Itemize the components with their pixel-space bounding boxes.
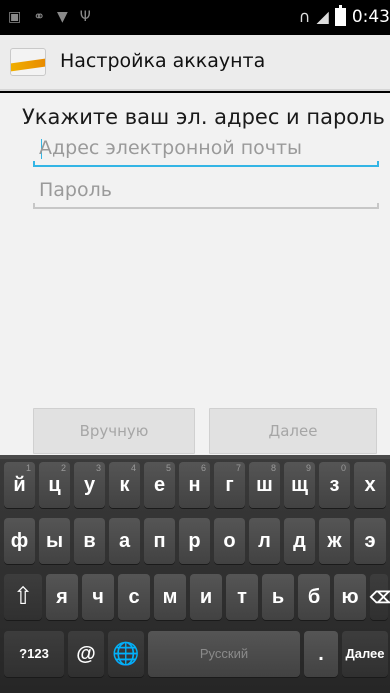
period-key[interactable]: . bbox=[304, 631, 338, 677]
key-row3-2[interactable]: ч bbox=[82, 574, 114, 620]
email-underline bbox=[33, 165, 379, 167]
at-key[interactable]: @ bbox=[68, 631, 104, 677]
key-4[interactable]: 4к bbox=[109, 462, 140, 508]
form-heading: Укажите ваш эл. адрес и пароль bbox=[22, 105, 385, 129]
key-row3-7[interactable]: ь bbox=[262, 574, 294, 620]
key-7[interactable]: 7г bbox=[214, 462, 245, 508]
status-right-icons: ∩ ◢ 0:43 bbox=[298, 5, 390, 28]
key-row2-10[interactable]: ж bbox=[319, 518, 350, 564]
headset-icon: ∩ bbox=[298, 7, 311, 26]
key-row2-1[interactable]: ф bbox=[4, 518, 35, 564]
email-field[interactable]: Адрес электронной почты bbox=[33, 131, 379, 167]
action-bar-title: Настройка аккаунта bbox=[60, 50, 266, 72]
backspace-key[interactable]: ⌫ bbox=[370, 574, 390, 620]
key-10[interactable]: 0з bbox=[319, 462, 350, 508]
key-row3-3[interactable]: с bbox=[118, 574, 150, 620]
key-row2-4[interactable]: а bbox=[109, 518, 140, 564]
status-time: 0:43 bbox=[351, 7, 390, 27]
symbols-key[interactable]: ?123 bbox=[4, 631, 64, 677]
key-row2-11[interactable]: э bbox=[354, 518, 386, 564]
key-row2-5[interactable]: п bbox=[144, 518, 175, 564]
key-11[interactable]: х bbox=[354, 462, 386, 508]
email-underline-tick-right bbox=[377, 161, 379, 167]
key-3[interactable]: 3у bbox=[74, 462, 105, 508]
keyboard-top-edge bbox=[0, 455, 390, 459]
space-key[interactable]: Русский bbox=[148, 631, 300, 677]
key-row3-5[interactable]: и bbox=[190, 574, 222, 620]
key-5[interactable]: 5е bbox=[144, 462, 175, 508]
battery-icon bbox=[334, 5, 346, 26]
email-placeholder: Адрес электронной почты bbox=[39, 137, 303, 159]
key-6[interactable]: 6н bbox=[179, 462, 210, 508]
email-underline-tick-left bbox=[33, 161, 35, 167]
key-row2-9[interactable]: д bbox=[284, 518, 315, 564]
image-icon: ▣ bbox=[8, 9, 22, 25]
key-row3-4[interactable]: м bbox=[154, 574, 186, 620]
globe-icon: 🌐 bbox=[112, 641, 140, 666]
account-setup-form: Укажите ваш эл. адрес и пароль Адрес эле… bbox=[0, 93, 390, 455]
password-underline-tick-right bbox=[377, 203, 379, 209]
shift-key[interactable]: ⇧ bbox=[4, 574, 42, 620]
action-bar: Настройка аккаунта bbox=[0, 35, 390, 91]
on-screen-keyboard: 1й 2ц 3у 4к 5е 6н 7г 8ш 9щ 0з х ф ы в а … bbox=[0, 455, 390, 693]
manual-button[interactable]: Вручную bbox=[33, 408, 195, 454]
password-underline-tick-left bbox=[33, 203, 35, 209]
language-key[interactable]: 🌐 bbox=[108, 631, 144, 677]
key-row3-9[interactable]: ю bbox=[334, 574, 366, 620]
key-8[interactable]: 8ш bbox=[249, 462, 280, 508]
key-row2-7[interactable]: о bbox=[214, 518, 245, 564]
key-row3-1[interactable]: я bbox=[46, 574, 78, 620]
key-1[interactable]: 1й bbox=[4, 462, 35, 508]
enter-next-key[interactable]: Далее bbox=[342, 631, 388, 677]
usb-icon: Ψ bbox=[79, 9, 91, 25]
wifi-icon: ▼ bbox=[56, 9, 68, 25]
status-left-icons: ▣ ⚭ ▼ Ψ bbox=[8, 8, 91, 26]
key-row3-6[interactable]: т bbox=[226, 574, 258, 620]
password-underline bbox=[33, 207, 379, 209]
signal-icon: ◢ bbox=[316, 7, 329, 26]
shift-icon: ⇧ bbox=[12, 583, 34, 610]
key-row2-2[interactable]: ы bbox=[39, 518, 70, 564]
backspace-icon: ⌫ bbox=[370, 590, 390, 607]
key-row3-8[interactable]: б bbox=[298, 574, 330, 620]
key-9[interactable]: 9щ bbox=[284, 462, 315, 508]
voicemail-icon: ⚭ bbox=[33, 9, 45, 25]
next-button[interactable]: Далее bbox=[209, 408, 377, 454]
email-app-icon[interactable] bbox=[10, 48, 46, 76]
key-2[interactable]: 2ц bbox=[39, 462, 70, 508]
key-row2-3[interactable]: в bbox=[74, 518, 105, 564]
password-placeholder: Пароль bbox=[39, 179, 112, 201]
key-row2-8[interactable]: л bbox=[249, 518, 280, 564]
key-row2-6[interactable]: р bbox=[179, 518, 210, 564]
status-bar: ▣ ⚭ ▼ Ψ ∩ ◢ 0:43 bbox=[0, 0, 390, 35]
password-field[interactable]: Пароль bbox=[33, 173, 379, 209]
